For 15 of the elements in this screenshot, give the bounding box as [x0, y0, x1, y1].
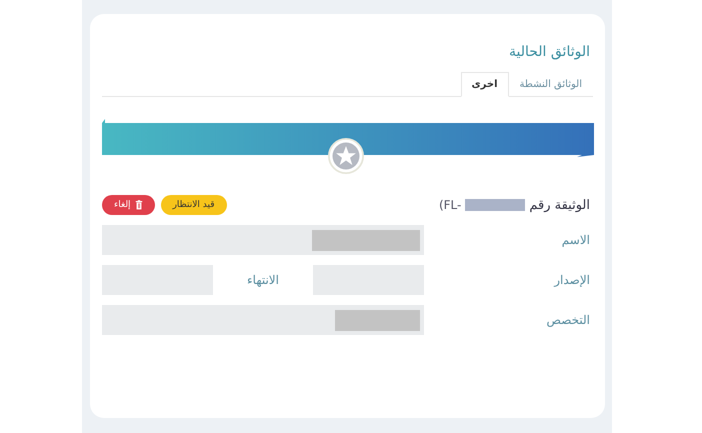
- document-number-prefix: (FL-: [438, 198, 462, 212]
- cancel-button[interactable]: إلغاء: [102, 195, 155, 215]
- tab[interactable]: الوثائق النشطة: [508, 72, 593, 97]
- field-label: الاسم: [562, 233, 590, 247]
- field-label: الإصدار: [554, 273, 590, 287]
- field-label: التخصص: [546, 313, 590, 327]
- section-title: الوثائق الحالية: [508, 44, 590, 60]
- document-number-label: الوثيقة رقم: [529, 198, 590, 212]
- input-field[interactable]: [102, 305, 424, 335]
- status-badge: قيد الانتظار: [160, 195, 226, 215]
- input-field[interactable]: [102, 225, 424, 255]
- trash-icon: [134, 200, 143, 210]
- field-label: الانتهاء: [247, 273, 279, 287]
- tab[interactable]: اخرى: [460, 72, 509, 97]
- redaction-bar: [465, 199, 526, 211]
